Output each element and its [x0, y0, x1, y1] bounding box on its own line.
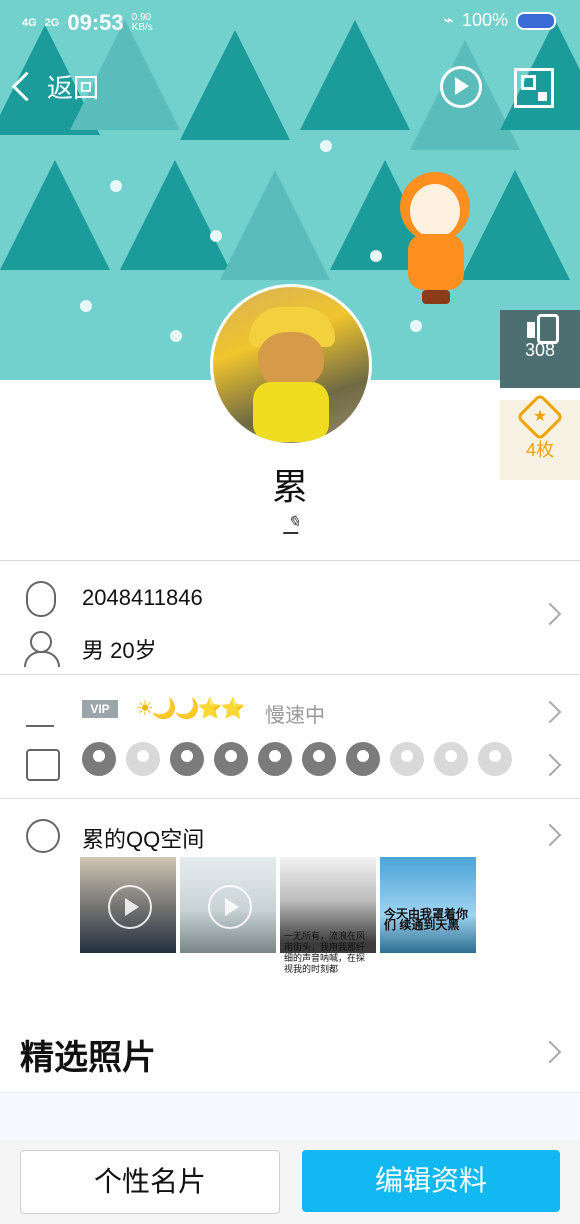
top-nav: 返回	[0, 60, 580, 110]
badge-icon-8	[390, 742, 424, 776]
snow-dot	[320, 140, 332, 152]
tree-decoration	[120, 160, 230, 270]
like-badge-panel: 308 4枚	[500, 300, 580, 480]
qzone-photo-thumb-4[interactable]: 今天由我罩着你们 续通到天黑	[380, 857, 476, 953]
service-badges[interactable]	[82, 742, 512, 776]
speed-unit: KB/s	[131, 22, 153, 33]
featured-chevron-icon[interactable]	[538, 1040, 562, 1064]
wifi-icon: ⌁	[443, 10, 454, 30]
snow-dot	[370, 250, 382, 262]
edit-profile-button[interactable]: 编辑资料	[302, 1150, 560, 1212]
snow-dot	[110, 180, 122, 192]
featured-photos-placeholder	[0, 1092, 580, 1141]
qq-number-text: 2048411846	[82, 585, 203, 610]
thumb-3-caption: 一无所有，流浪在风雨街头，我用我那纤细的声音呐喊，在探视我的时刻都	[284, 931, 366, 974]
snow-dot	[410, 320, 422, 332]
qq-penguin-icon	[26, 581, 56, 617]
signal-1-text: 4G	[22, 16, 37, 29]
tree-decoration	[220, 170, 330, 280]
badge-icon-6	[302, 742, 336, 776]
qzone-thumbnails: 一无所有，流浪在风雨街头，我用我那纤细的声音呐喊，在探视我的时刻都 今天由我罩着…	[80, 857, 476, 974]
gender-age-text: 男 20岁	[82, 638, 157, 663]
avatar-body	[253, 382, 329, 442]
avatar	[213, 287, 369, 443]
edit-name-icon[interactable]	[282, 517, 305, 534]
badge-icon-2	[126, 742, 160, 776]
play-icon	[108, 885, 152, 929]
badge-icon-5	[258, 742, 292, 776]
vip-tag: VIP	[82, 700, 118, 718]
gender-age-row[interactable]: 男 20岁	[0, 623, 580, 671]
qzone-title[interactable]: 累的QQ空间	[82, 822, 204, 854]
qzone-video-thumb-1[interactable]	[80, 857, 176, 953]
tree-decoration	[0, 160, 110, 270]
thumb-4-caption: 今天由我罩着你们 续通到天黑	[384, 907, 469, 932]
bottom-action-bar: 个性名片 编辑资料	[0, 1140, 580, 1224]
thumbs-up-icon	[525, 310, 559, 344]
back-button[interactable]: 返回	[11, 68, 100, 105]
level-chevron-icon[interactable]	[538, 700, 562, 724]
badges-chevron-icon[interactable]	[538, 753, 562, 777]
badge-star-icon	[515, 392, 565, 442]
snow-dot	[80, 300, 92, 312]
crown-icon	[26, 749, 60, 781]
qr-code-icon[interactable]	[514, 68, 554, 108]
avatar-frame[interactable]	[210, 284, 372, 446]
battery-icon	[516, 11, 556, 30]
like-button[interactable]: 308	[500, 310, 580, 388]
status-left: 4G 2G 09:53 0.90 KB/s	[22, 10, 153, 36]
battery-percent: 100%	[461, 10, 508, 30]
badge-icon-3	[170, 742, 204, 776]
status-time: 09:53	[67, 10, 124, 35]
signal-2-text: 2G	[44, 16, 60, 29]
qq-number-row[interactable]: 2048411846	[0, 573, 580, 621]
snow-dot	[210, 230, 222, 242]
snow-dot	[170, 330, 182, 342]
qzone-star-icon	[26, 819, 60, 853]
level-chart-icon	[26, 699, 54, 727]
back-label: 返回	[47, 73, 100, 103]
status-right: ⌁ 100%	[443, 10, 556, 31]
qzone-video-thumb-2[interactable]	[180, 857, 276, 953]
level-speed-status: 慢速中	[265, 705, 325, 727]
eskimo-character	[392, 172, 478, 304]
person-icon	[24, 631, 60, 667]
badge-icon-9	[434, 742, 468, 776]
qzone-photo-thumb-3[interactable]: 一无所有，流浪在风雨街头，我用我那纤细的声音呐喊，在探视我的时刻都	[280, 857, 376, 974]
badge-icon-1	[82, 742, 116, 776]
status-bar: 4G 2G 09:53 0.90 KB/s ⌁ 100%	[0, 0, 580, 46]
back-chevron-icon	[11, 71, 42, 102]
play-icon	[208, 885, 252, 929]
avatar-face	[258, 332, 324, 388]
badge-icon-10	[478, 742, 512, 776]
level-section	[0, 674, 580, 799]
badge-icon-4	[214, 742, 248, 776]
qzone-chevron-icon[interactable]	[538, 823, 562, 847]
badge-icon-7	[346, 742, 380, 776]
profile-card-button[interactable]: 个性名片	[20, 1150, 280, 1214]
basic-info-section: 2048411846 男 20岁	[0, 560, 580, 675]
profile-name: 累	[271, 466, 308, 507]
music-play-icon[interactable]	[440, 66, 482, 108]
featured-photos-title[interactable]: 精选照片	[20, 1030, 156, 1079]
network-speed: 0.90 KB/s	[132, 13, 153, 33]
level-icons: ☀🌙🌙⭐⭐	[136, 698, 246, 720]
